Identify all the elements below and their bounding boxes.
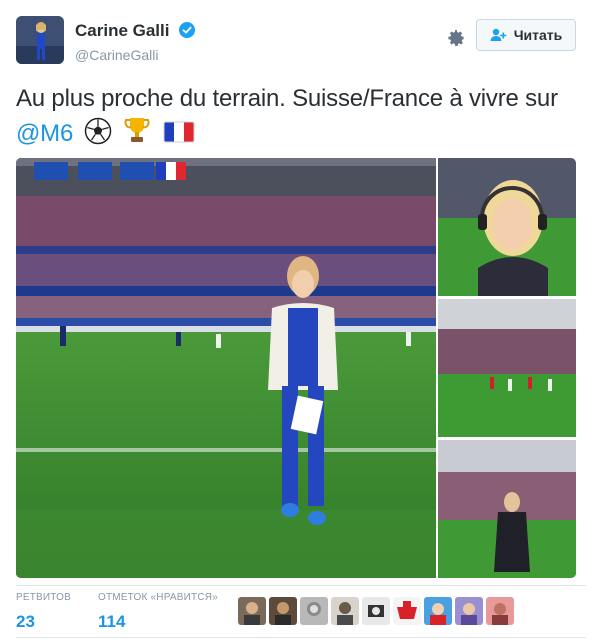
- add-user-icon: [490, 28, 507, 41]
- likers-list: [238, 597, 517, 625]
- liker-avatar[interactable]: [455, 597, 483, 625]
- thumbnail-photo-2[interactable]: [438, 299, 576, 437]
- liker-avatar[interactable]: [424, 597, 452, 625]
- thumbnail-photo-3[interactable]: [438, 440, 576, 578]
- tweet-text: Au plus proche du terrain. Suisse/France…: [16, 82, 586, 154]
- verified-badge-icon: [178, 22, 195, 43]
- thumbnail-photo-1[interactable]: [438, 158, 576, 296]
- tweet-header: Carine Galli @CarineGalli Читать: [16, 16, 586, 68]
- follow-button-label: Читать: [513, 27, 563, 43]
- soccer-ball-icon: [84, 117, 112, 154]
- stats-divider-top: [16, 585, 586, 586]
- avatar[interactable]: [16, 16, 64, 64]
- likes-stat[interactable]: Отметок «Нравится» 114: [98, 592, 218, 632]
- retweets-count: 23: [16, 612, 35, 631]
- follow-button[interactable]: Читать: [476, 19, 576, 51]
- mention-link[interactable]: @M6: [16, 120, 73, 147]
- retweets-label: Ретвитов: [16, 592, 72, 603]
- handle[interactable]: @CarineGalli: [75, 47, 195, 63]
- likes-count: 114: [98, 612, 126, 631]
- trophy-icon: [122, 115, 152, 154]
- stats-divider-bottom: [16, 637, 586, 638]
- liker-avatar[interactable]: [331, 597, 359, 625]
- france-flag-icon: [163, 119, 195, 154]
- tweet-text-body: Au plus proche du terrain. Suisse/France…: [16, 85, 558, 112]
- tweet-stats: Ретвитов 23 Отметок «Нравится» 114: [16, 592, 586, 632]
- retweets-stat[interactable]: Ретвитов 23: [16, 592, 71, 632]
- liker-avatar[interactable]: [300, 597, 328, 625]
- main-photo[interactable]: [16, 158, 436, 578]
- liker-avatar[interactable]: [362, 597, 390, 625]
- liker-avatar[interactable]: [269, 597, 297, 625]
- display-name[interactable]: Carine Galli: [75, 21, 169, 40]
- name-block: Carine Galli @CarineGalli: [75, 21, 195, 63]
- media-grid: [16, 158, 576, 578]
- likes-label: Отметок «Нравится»: [98, 592, 218, 603]
- liker-avatar[interactable]: [486, 597, 514, 625]
- gear-icon[interactable]: [446, 28, 466, 48]
- display-name-row: Carine Galli: [75, 21, 195, 43]
- liker-avatar[interactable]: [393, 597, 421, 625]
- liker-avatar[interactable]: [238, 597, 266, 625]
